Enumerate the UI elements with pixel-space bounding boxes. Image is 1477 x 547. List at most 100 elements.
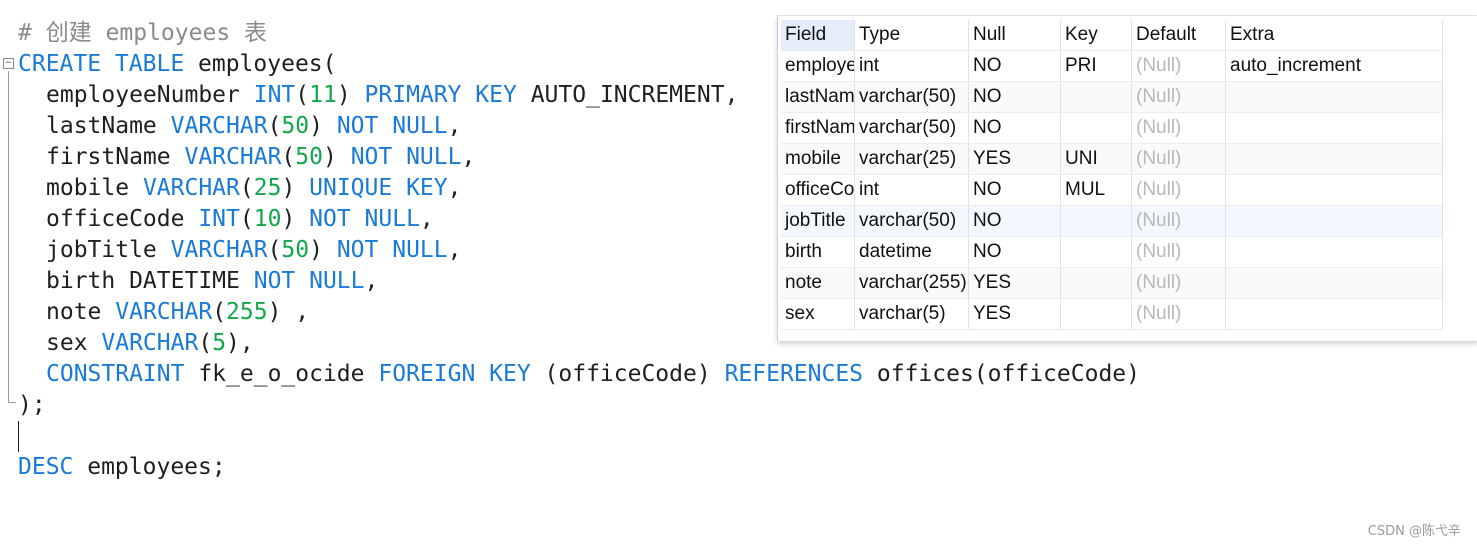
cell-field[interactable]: note <box>781 268 855 298</box>
cell-default[interactable]: (Null) <box>1132 144 1226 174</box>
closing-paren: ); <box>18 392 46 418</box>
table-row[interactable]: jobTitle varchar(50) NO (Null) <box>781 206 1443 237</box>
number-literal: 5 <box>212 330 227 356</box>
cell-default[interactable]: (Null) <box>1132 237 1226 267</box>
column-name: note <box>46 299 116 325</box>
header-extra[interactable]: Extra <box>1226 20 1443 50</box>
cell-extra[interactable] <box>1226 237 1443 267</box>
cell-type[interactable]: int <box>855 175 969 205</box>
fold-guide <box>8 71 9 403</box>
cell-type[interactable]: varchar(50) <box>855 113 969 143</box>
code-line-create: CREATE TABLE employees( <box>18 49 337 80</box>
cell-field[interactable]: mobile <box>781 144 855 174</box>
type-keyword: VARCHAR <box>184 144 282 170</box>
cell-null[interactable]: YES <box>969 268 1061 298</box>
cell-type[interactable]: varchar(50) <box>855 206 969 236</box>
cell-type[interactable]: varchar(50) <box>855 82 969 112</box>
paren: ( <box>239 175 254 201</box>
number-literal: 50 <box>295 144 323 170</box>
cell-type[interactable]: varchar(25) <box>855 144 969 174</box>
header-default[interactable]: Default <box>1132 20 1226 50</box>
cell-null[interactable]: NO <box>969 113 1061 143</box>
cell-field[interactable]: sex <box>781 299 855 329</box>
cell-extra[interactable] <box>1226 144 1443 174</box>
column-name: lastName <box>46 113 171 139</box>
cell-null[interactable]: YES <box>969 299 1061 329</box>
table-row[interactable]: note varchar(255) YES (Null) <box>781 268 1443 299</box>
column-name: firstName <box>46 144 185 170</box>
cell-default[interactable]: (Null) <box>1132 206 1226 236</box>
cell-key[interactable] <box>1061 299 1132 329</box>
paren: ) <box>322 144 351 170</box>
constraint-keyword: NOT NULL <box>309 206 420 232</box>
cell-type[interactable]: varchar(255) <box>855 268 969 298</box>
result-grid-panel[interactable]: Field Type Null Key Default Extra employ… <box>777 15 1477 341</box>
cell-key[interactable] <box>1061 237 1132 267</box>
cell-null[interactable]: NO <box>969 237 1061 267</box>
column-name: birth DATETIME <box>46 268 254 294</box>
code-line-8: note VARCHAR(255) , <box>46 297 309 328</box>
table-row[interactable]: sex varchar(5) YES (Null) <box>781 299 1443 330</box>
cell-extra[interactable] <box>1226 206 1443 236</box>
fold-toggle-icon[interactable]: − <box>3 58 14 69</box>
cell-default[interactable]: (Null) <box>1132 299 1226 329</box>
table-row[interactable]: firstNamevarchar(50)NO (Null) <box>781 113 1443 144</box>
cell-null[interactable]: YES <box>969 144 1061 174</box>
cell-key[interactable] <box>1061 206 1132 236</box>
text-caret <box>18 421 19 452</box>
cell-default[interactable]: (Null) <box>1132 268 1226 298</box>
cell-extra[interactable]: auto_increment <box>1226 51 1443 81</box>
type-keyword: VARCHAR <box>142 175 240 201</box>
cell-field[interactable]: firstName <box>781 113 855 143</box>
cell-type[interactable]: varchar(5) <box>855 299 969 329</box>
table-row[interactable]: mobile varchar(25) YES UNI (Null) <box>781 144 1443 175</box>
cell-extra[interactable] <box>1226 113 1443 143</box>
cell-extra[interactable] <box>1226 82 1443 112</box>
code-line-comment: # 创建 employees 表 <box>18 18 267 49</box>
cell-field[interactable]: birth <box>781 237 855 267</box>
code-line-5: officeCode INT(10) NOT NULL, <box>46 204 434 235</box>
cell-type[interactable]: int <box>855 51 969 81</box>
cell-field[interactable]: employeeNumber <box>781 51 855 81</box>
cell-null[interactable]: NO <box>969 175 1061 205</box>
table-row[interactable]: officeCodeintNOMUL(Null) <box>781 175 1443 206</box>
cell-extra[interactable] <box>1226 299 1443 329</box>
column-name: employeeNumber <box>46 82 254 108</box>
cell-field[interactable]: officeCode <box>781 175 855 205</box>
cell-field[interactable]: lastName <box>781 82 855 112</box>
cell-null[interactable]: NO <box>969 206 1061 236</box>
cell-key[interactable] <box>1061 113 1132 143</box>
foreign-key-keyword: FOREIGN KEY <box>378 361 531 387</box>
header-type[interactable]: Type <box>855 20 969 50</box>
constraint-keyword: NOT NULL <box>253 268 365 294</box>
table-row[interactable]: employeeNumberintNOPRI(Null)auto_increme… <box>781 51 1443 82</box>
header-key[interactable]: Key <box>1061 20 1132 50</box>
code-line-6: jobTitle VARCHAR(50) NOT NULL, <box>46 235 461 266</box>
cell-default[interactable]: (Null) <box>1132 82 1226 112</box>
cell-default[interactable]: (Null) <box>1132 51 1226 81</box>
table-row[interactable]: birth datetime NO (Null) <box>781 237 1443 268</box>
cell-default[interactable]: (Null) <box>1132 113 1226 143</box>
referenced-table: offices(officeCode) <box>863 361 1140 387</box>
cell-default[interactable]: (Null) <box>1132 175 1226 205</box>
cell-null[interactable]: NO <box>969 82 1061 112</box>
cell-extra[interactable] <box>1226 268 1443 298</box>
cell-key[interactable]: PRI <box>1061 51 1132 81</box>
cell-key[interactable] <box>1061 82 1132 112</box>
line-tail: , <box>447 113 462 139</box>
header-field[interactable]: Field <box>781 20 855 50</box>
desc-keyword: DESC <box>18 454 74 480</box>
header-null[interactable]: Null <box>969 20 1061 50</box>
cell-extra[interactable] <box>1226 175 1443 205</box>
result-grid[interactable]: Field Type Null Key Default Extra employ… <box>781 20 1443 330</box>
paren: ) <box>281 175 310 201</box>
cell-key[interactable]: UNI <box>1061 144 1132 174</box>
table-row[interactable]: lastNamevarchar(50)NO (Null) <box>781 82 1443 113</box>
cell-null[interactable]: NO <box>969 51 1061 81</box>
cell-type[interactable]: datetime <box>855 237 969 267</box>
comment-text: # 创建 employees 表 <box>18 20 268 46</box>
cell-key[interactable]: MUL <box>1061 175 1132 205</box>
cell-key[interactable] <box>1061 268 1132 298</box>
cell-field[interactable]: jobTitle <box>781 206 855 236</box>
constraint-name: fk_e_o_ocide <box>184 361 379 387</box>
